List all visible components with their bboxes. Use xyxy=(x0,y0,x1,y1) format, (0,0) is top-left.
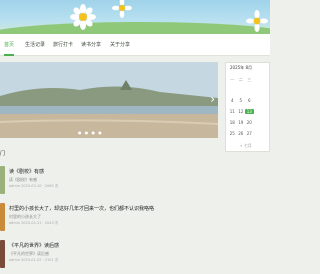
post-title[interactable]: 村里的小孩长大了，却这好几年才回来一次，也们都不认识我咯咯 xyxy=(9,205,154,212)
calendar-day[interactable]: 25 xyxy=(228,131,237,136)
nav-item-home[interactable]: 首页 xyxy=(4,34,15,56)
calendar-day[interactable]: 26 xyxy=(237,131,246,136)
weekday-label: 二 xyxy=(238,77,243,82)
beach-photo xyxy=(0,62,218,138)
calendar-day[interactable]: 11 xyxy=(228,109,237,114)
carousel-dots[interactable]: ● ● ● ● xyxy=(78,130,103,135)
post-excerpt: 村里的小孩长大了 xyxy=(9,214,41,219)
post-item[interactable]: 村里的小孩长大了，却这好几年才回来一次，也们都不认识我咯咯 村里的小孩长大了 a… xyxy=(0,203,222,237)
post-title[interactable]: 读《剧校》有感 xyxy=(9,168,44,175)
daisy-flower-icon xyxy=(246,10,268,32)
calendar-week: 18 19 20 xyxy=(228,120,270,125)
calendar-weekdays: 一 二 三 xyxy=(228,77,270,83)
nav-item-reading[interactable]: 读书分享 xyxy=(81,34,101,56)
post-meta: admin 2025-01-05 · 2101 次 xyxy=(9,258,59,262)
post-thumbnail[interactable] xyxy=(0,203,5,231)
weekday-label: 一 xyxy=(230,77,235,82)
calendar-day[interactable]: 5 xyxy=(237,98,246,103)
post-item[interactable]: 《平凡的世界》读后感 《平凡的世界》读后感 admin 2025-01-05 ·… xyxy=(0,240,222,274)
post-thumbnail[interactable] xyxy=(0,166,5,194)
post-item[interactable]: 读《剧校》有感 读《剧校》有感 admin 2025-03-10 · 2065 … xyxy=(0,166,222,200)
header-banner xyxy=(0,0,270,34)
post-meta: admin 2025-03-10 · 2065 次 xyxy=(9,184,59,188)
calendar-day[interactable]: 6 xyxy=(245,98,254,103)
calendar-day[interactable]: 27 xyxy=(245,131,254,136)
calendar-day-today[interactable]: 13 xyxy=(245,109,254,114)
carousel-next-arrow-icon[interactable]: › xyxy=(210,92,215,106)
nav-item-travel[interactable]: 旅行打卡 xyxy=(53,34,73,56)
calendar-week: 4 5 6 xyxy=(228,98,270,103)
calendar-week: 11 12 13 xyxy=(228,109,270,114)
calendar-title: 2025年 8月 xyxy=(230,65,252,70)
calendar-day[interactable]: 19 xyxy=(237,120,246,125)
nav-item-about[interactable]: 关于分享 xyxy=(110,34,130,56)
daisy-flower-icon xyxy=(112,0,132,18)
calendar-day[interactable]: 12 xyxy=(237,109,246,114)
calendar-day[interactable]: 18 xyxy=(228,120,237,125)
image-carousel[interactable]: › ● ● ● ● xyxy=(0,62,218,138)
post-meta: admin 2025-02-21 · 2043 次 xyxy=(9,221,59,225)
weekday-label: 三 xyxy=(247,77,252,82)
post-excerpt: 读《剧校》有感 xyxy=(9,177,37,182)
calendar-day[interactable]: 4 xyxy=(228,98,237,103)
daisy-flower-icon xyxy=(70,4,96,30)
post-thumbnail[interactable] xyxy=(0,240,5,268)
calendar-prev-month-link[interactable]: « 七月 xyxy=(240,143,252,149)
main-nav: 首页 生活记录 旅行打卡 读书分享 关于分享 xyxy=(0,34,270,56)
post-title[interactable]: 《平凡的世界》读后感 xyxy=(9,242,59,249)
calendar-day[interactable]: 20 xyxy=(245,120,254,125)
post-excerpt: 《平凡的世界》读后感 xyxy=(9,251,49,256)
calendar-widget: 2025年 8月 一 二 三 4 5 6 11 12 13 18 19 20 2… xyxy=(225,62,270,152)
section-title: 门 xyxy=(0,151,6,157)
nav-item-life[interactable]: 生活记录 xyxy=(25,34,45,56)
hill-decoration xyxy=(0,22,270,34)
calendar-week: 25 26 27 xyxy=(228,131,270,136)
